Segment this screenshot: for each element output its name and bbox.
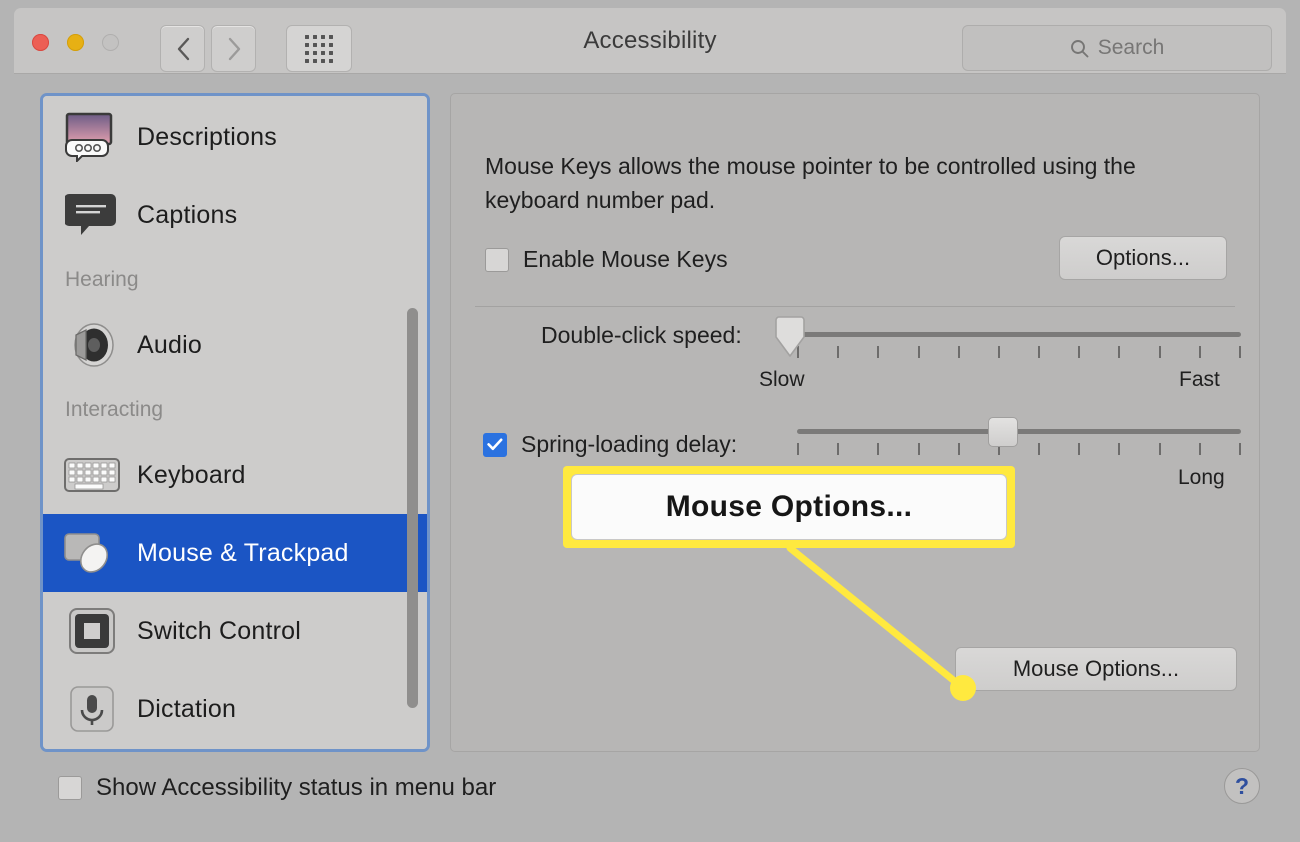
microphone-icon	[61, 681, 123, 737]
window-body: Descriptions Captions Hearing Audio Inte…	[14, 74, 1286, 834]
annotation-callout-label: Mouse Options...	[571, 474, 1007, 540]
descriptions-icon	[61, 109, 123, 165]
double-click-speed-thumb[interactable]	[773, 316, 807, 360]
section-divider	[475, 306, 1235, 307]
sidebar-item-captions[interactable]: Captions	[43, 176, 427, 254]
enable-mouse-keys-checkbox[interactable]	[485, 247, 509, 272]
spring-loading-delay-row[interactable]: Spring-loading delay:	[483, 431, 737, 458]
double-click-speed-min-label: Slow	[759, 368, 805, 391]
options-button[interactable]: Options...	[1059, 236, 1227, 280]
sidebar-item-label: Mouse & Trackpad	[137, 538, 349, 567]
sidebar-item-label: Dictation	[137, 694, 237, 723]
sidebar-scroll-area: Descriptions Captions Hearing Audio Inte…	[43, 96, 427, 749]
sidebar-item-dictation[interactable]: Dictation	[43, 670, 427, 748]
mouse-trackpad-settings-panel: Mouse Keys allows the mouse pointer to b…	[450, 93, 1260, 752]
checkmark-icon	[487, 438, 503, 451]
app-window: Accessibility Search Descriptions Captio…	[0, 0, 1300, 842]
double-click-speed-label: Double-click speed:	[541, 322, 742, 348]
sidebar-item-audio[interactable]: Audio	[43, 306, 427, 384]
accessibility-features-list[interactable]: Descriptions Captions Hearing Audio Inte…	[40, 93, 430, 752]
captions-icon	[61, 187, 123, 243]
sidebar-item-label: Switch Control	[137, 616, 301, 645]
search-field[interactable]: Search	[962, 25, 1272, 71]
mouse-options-button[interactable]: Mouse Options...	[955, 647, 1237, 691]
double-click-speed-ticks	[797, 346, 1241, 358]
spring-loading-delay-thumb[interactable]	[988, 417, 1018, 447]
sidebar-item-switch-control[interactable]: Switch Control	[43, 592, 427, 670]
search-icon	[1070, 39, 1089, 57]
show-accessibility-status-checkbox[interactable]	[58, 776, 82, 800]
spring-loading-delay-label: Spring-loading delay:	[521, 431, 738, 457]
spring-loading-delay-slider[interactable]	[797, 429, 1241, 434]
sidebar-scrollbar[interactable]	[407, 308, 418, 708]
window-titlebar: Accessibility Search	[14, 8, 1286, 74]
help-button[interactable]: ?	[1224, 768, 1260, 804]
mouse-trackpad-icon	[61, 525, 123, 581]
spring-loading-delay-ticks	[797, 443, 1241, 455]
sidebar-group-interacting: Interacting	[65, 398, 164, 421]
speaker-icon	[61, 317, 123, 373]
sidebar-item-label: Descriptions	[137, 122, 277, 151]
sidebar-item-keyboard[interactable]: Keyboard	[43, 436, 427, 514]
double-click-speed-slider[interactable]	[797, 332, 1241, 337]
sidebar-item-descriptions[interactable]: Descriptions	[43, 98, 427, 176]
spring-loading-delay-max-label: Long	[1178, 466, 1225, 489]
sidebar-item-label: Audio	[137, 330, 202, 359]
show-accessibility-status-label: Show Accessibility status in menu bar	[96, 774, 497, 801]
sidebar-item-mouse-trackpad[interactable]: Mouse & Trackpad	[43, 514, 427, 592]
double-click-speed-max-label: Fast	[1179, 368, 1220, 391]
show-accessibility-status-row[interactable]: Show Accessibility status in menu bar	[58, 774, 496, 802]
sidebar-item-label: Captions	[137, 200, 238, 229]
keyboard-icon	[61, 447, 123, 503]
spring-loading-delay-checkbox[interactable]	[483, 432, 507, 457]
annotation-callout: Mouse Options...	[563, 466, 1015, 548]
search-placeholder: Search	[1097, 36, 1165, 59]
switch-control-icon	[61, 603, 123, 659]
enable-mouse-keys-row[interactable]: Enable Mouse Keys	[485, 246, 728, 273]
enable-mouse-keys-label: Enable Mouse Keys	[523, 246, 728, 272]
sidebar-group-hearing: Hearing	[65, 268, 139, 291]
mouse-keys-description: Mouse Keys allows the mouse pointer to b…	[485, 153, 1136, 213]
sidebar-item-label: Keyboard	[137, 460, 246, 489]
